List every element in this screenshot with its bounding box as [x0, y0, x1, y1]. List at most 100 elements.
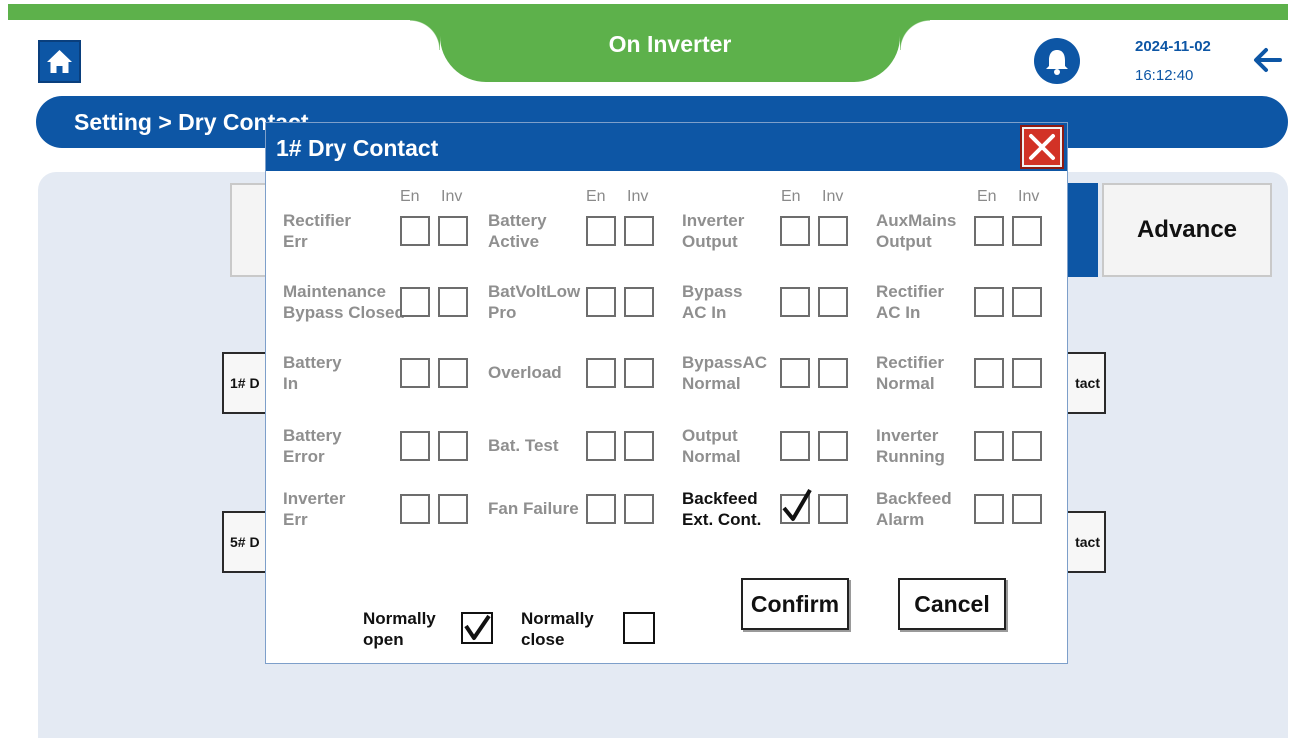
item-en-checkbox[interactable]	[780, 488, 812, 524]
dry-contact-5-button[interactable]: 5# D	[222, 511, 270, 573]
cancel-button[interactable]: Cancel	[898, 578, 1006, 630]
item-label-line1: Battery	[488, 211, 547, 230]
item-label-line2: Err	[283, 510, 308, 529]
item-label: Fan Failure	[488, 498, 579, 519]
item-label-line1: Fan Failure	[488, 499, 579, 518]
tab-advance-label: Advance	[1136, 216, 1238, 243]
item-inv-checkbox[interactable]	[438, 216, 468, 246]
item-label: Maintenance Bypass Closed	[283, 281, 405, 323]
item-inv-checkbox[interactable]	[1012, 494, 1042, 524]
item-label: AuxMains Output	[876, 210, 956, 252]
item-inv-checkbox[interactable]	[818, 216, 848, 246]
col-inv-header: Inv	[441, 188, 463, 205]
item-inv-checkbox[interactable]	[438, 358, 468, 388]
item-inv-checkbox[interactable]	[818, 287, 848, 317]
home-button[interactable]	[38, 40, 81, 83]
item-en-checkbox[interactable]	[586, 287, 616, 317]
item-label-line2: Normal	[682, 374, 741, 393]
item-en-checkbox[interactable]	[974, 216, 1004, 246]
item-label: Overload	[488, 362, 562, 383]
alarm-bell-button[interactable]	[1034, 38, 1080, 84]
col-inv-header: Inv	[822, 188, 844, 205]
item-label-line2: Running	[876, 447, 945, 466]
dry-contact-right-button-1[interactable]: tact	[1062, 352, 1106, 414]
dry-contact-dialog: 1# Dry Contact En Inv En Inv En Inv En I…	[265, 122, 1068, 664]
col-en-header: En	[400, 188, 420, 205]
item-inv-checkbox[interactable]	[818, 358, 848, 388]
item-en-checkbox[interactable]	[974, 358, 1004, 388]
dry-contact-right-button-2[interactable]: tact	[1062, 511, 1106, 573]
background-tab[interactable]	[230, 183, 270, 277]
item-label: Battery Error	[283, 425, 342, 467]
item-en-checkbox[interactable]	[586, 494, 616, 524]
item-en-checkbox[interactable]	[586, 216, 616, 246]
dry-contact-1-button[interactable]: 1# D	[222, 352, 270, 414]
confirm-button[interactable]: Confirm	[741, 578, 849, 630]
item-inv-checkbox[interactable]	[1012, 431, 1042, 461]
current-date: 2024-11-02	[1135, 38, 1211, 55]
item-en-checkbox[interactable]	[400, 494, 430, 524]
item-inv-checkbox[interactable]	[438, 287, 468, 317]
col-en-header: En	[586, 188, 606, 205]
item-label-line1: BatVoltLow	[488, 282, 581, 301]
item-inv-checkbox[interactable]	[1012, 216, 1042, 246]
item-inv-checkbox[interactable]	[624, 287, 654, 317]
dialog-header: 1# Dry Contact	[266, 123, 1067, 171]
normally-open-checkbox[interactable]	[461, 612, 493, 644]
item-en-checkbox[interactable]	[780, 216, 810, 246]
item-en-checkbox[interactable]	[780, 358, 810, 388]
item-label-line1: Rectifier	[876, 353, 945, 372]
item-inv-checkbox[interactable]	[1012, 358, 1042, 388]
item-label-line1: Bypass	[682, 282, 743, 301]
tab-advance[interactable]: Advance	[1102, 183, 1272, 277]
item-inv-checkbox[interactable]	[1012, 287, 1042, 317]
item-en-checkbox[interactable]	[400, 431, 430, 461]
normally-close-checkbox[interactable]	[623, 612, 655, 644]
col-inv-header: Inv	[1018, 188, 1040, 205]
item-label-line2: Normal	[682, 447, 741, 466]
item-label-line2: Err	[283, 232, 308, 251]
item-label-line2: AC In	[682, 303, 727, 322]
current-time: 16:12:40	[1135, 67, 1194, 84]
checkmark-icon	[464, 614, 491, 640]
dialog-title: 1# Dry Contact	[276, 135, 439, 161]
item-inv-checkbox[interactable]	[818, 494, 848, 524]
item-en-checkbox[interactable]	[974, 287, 1004, 317]
item-label-line1: Backfeed	[876, 489, 952, 508]
item-inv-checkbox[interactable]	[624, 216, 654, 246]
item-en-checkbox[interactable]	[400, 358, 430, 388]
item-label-line1: Battery	[283, 353, 342, 372]
item-label-line2: Pro	[488, 303, 517, 322]
normally-close-line2: close	[521, 630, 565, 649]
item-en-checkbox[interactable]	[400, 287, 430, 317]
normally-open-line1: Normally	[363, 609, 436, 628]
item-label-line2: AC In	[876, 303, 921, 322]
item-label-line1: Output	[682, 426, 738, 445]
back-arrow-icon	[1254, 48, 1282, 72]
item-en-checkbox[interactable]	[400, 216, 430, 246]
item-label: Battery In	[283, 352, 342, 394]
item-label-line2: Active	[488, 232, 540, 251]
item-inv-checkbox[interactable]	[818, 431, 848, 461]
item-en-checkbox[interactable]	[586, 431, 616, 461]
background-tab-selected[interactable]	[1064, 183, 1098, 277]
back-button[interactable]	[1250, 44, 1286, 76]
item-label-line1: Inverter	[682, 211, 745, 230]
item-label-line2: Bypass Closed	[283, 303, 405, 322]
item-inv-checkbox[interactable]	[624, 494, 654, 524]
item-en-checkbox[interactable]	[586, 358, 616, 388]
item-label: Rectifier Normal	[876, 352, 944, 394]
item-inv-checkbox[interactable]	[438, 431, 468, 461]
home-icon	[47, 50, 72, 73]
item-en-checkbox[interactable]	[974, 431, 1004, 461]
close-button[interactable]	[1020, 125, 1064, 169]
item-inv-checkbox[interactable]	[624, 358, 654, 388]
item-en-checkbox[interactable]	[974, 494, 1004, 524]
item-en-checkbox[interactable]	[780, 431, 810, 461]
item-label: Inverter Running	[876, 425, 945, 467]
item-inv-checkbox[interactable]	[624, 431, 654, 461]
item-label: BypassAC Normal	[682, 352, 767, 394]
item-label-line2: Ext. Cont.	[682, 510, 762, 529]
item-inv-checkbox[interactable]	[438, 494, 468, 524]
item-en-checkbox[interactable]	[780, 287, 810, 317]
